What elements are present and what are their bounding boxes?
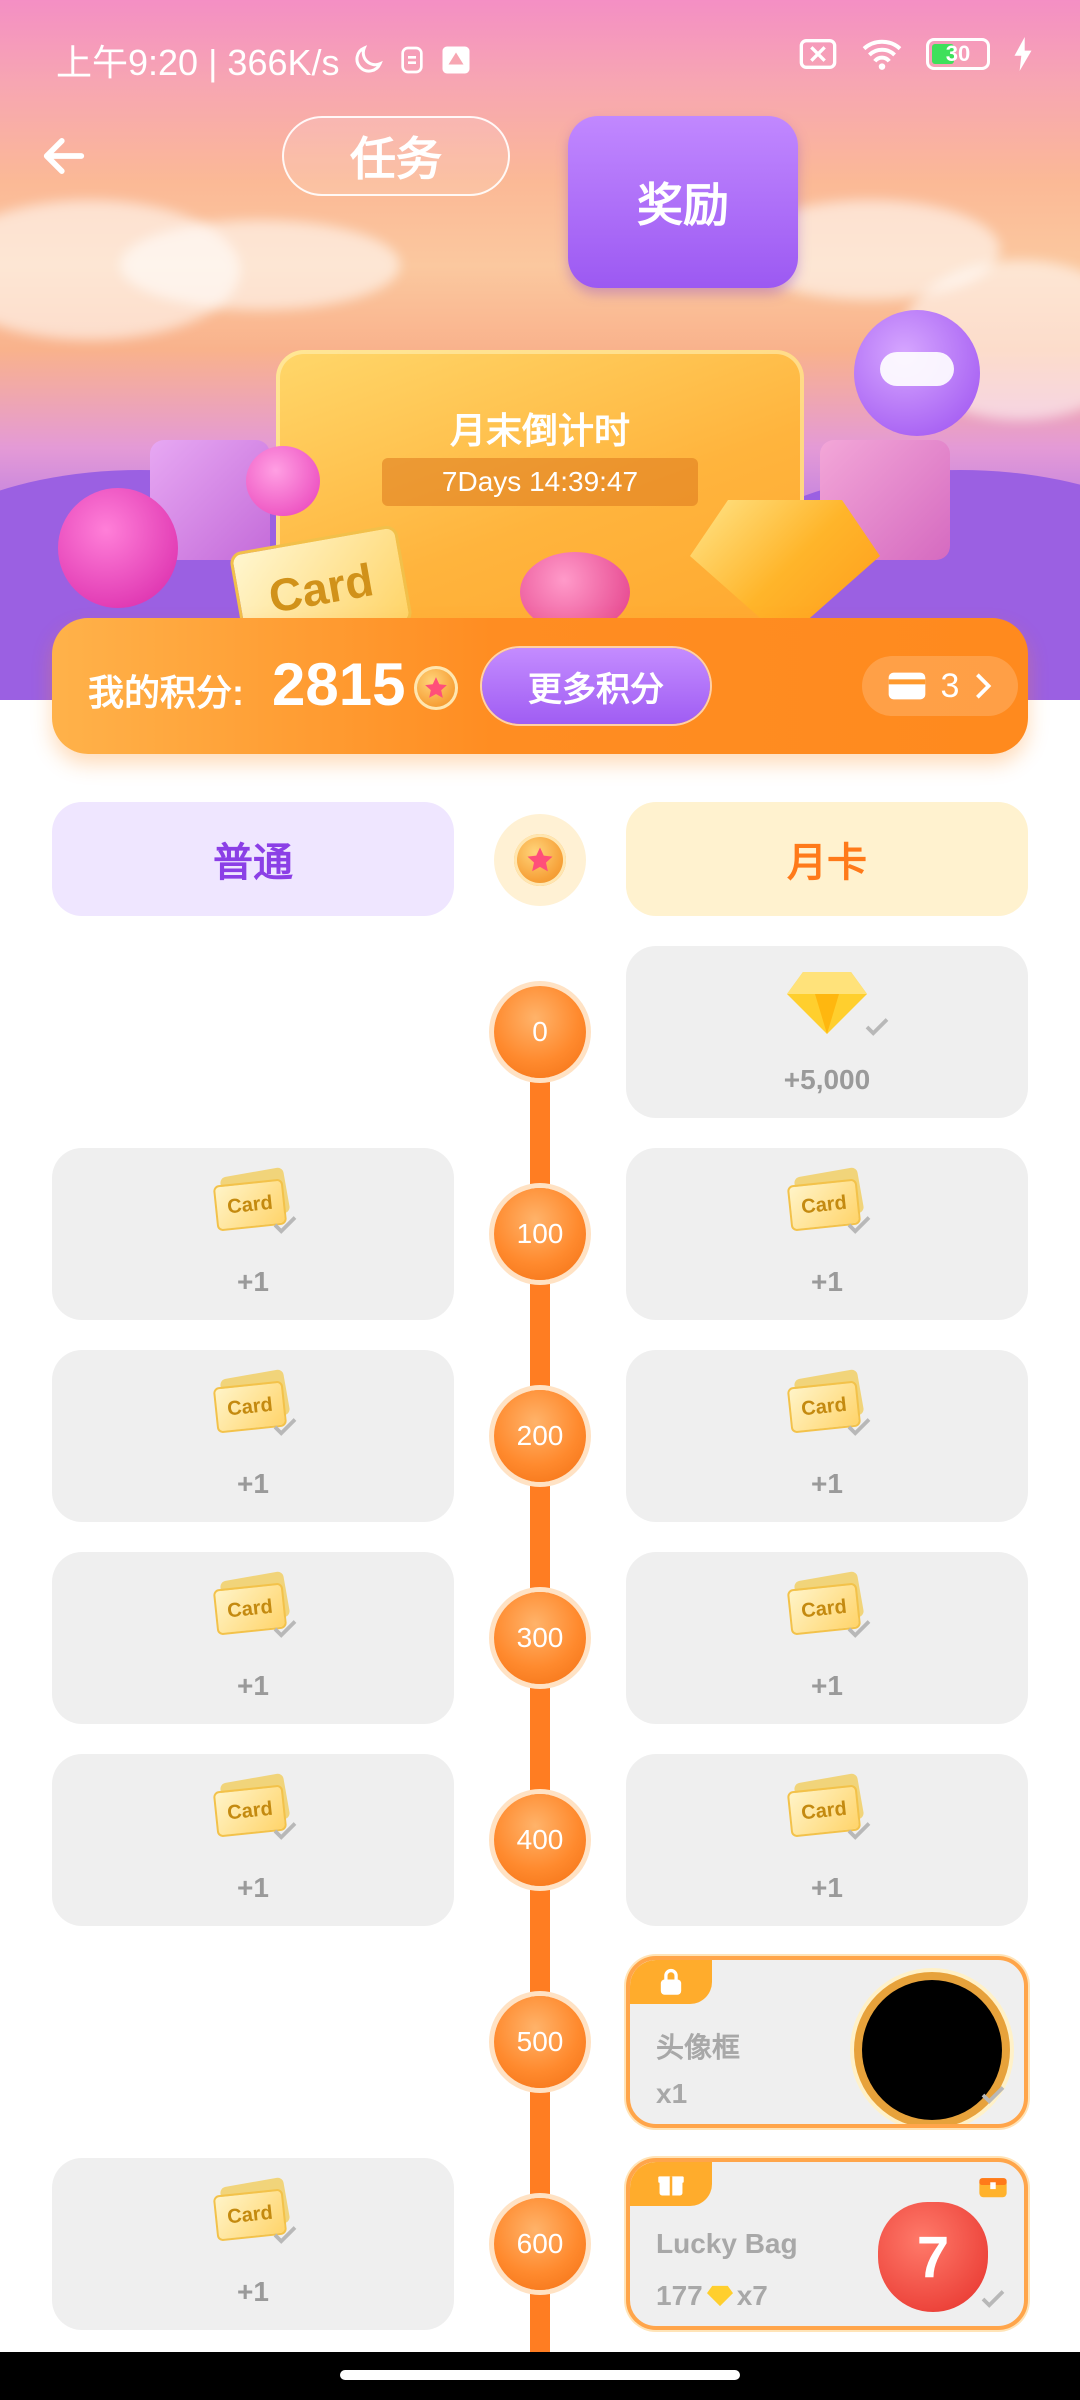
status-bar: 上午9:20 | 366K/s 30 <box>0 0 1080 116</box>
level-node: 100 <box>494 1188 586 1280</box>
back-arrow-icon[interactable] <box>38 130 90 182</box>
column-monthly: 月卡 <box>626 802 1028 916</box>
reward-name: 头像框 <box>656 2032 741 2063</box>
reward-amount: +1 <box>237 2276 269 2307</box>
column-normal: 普通 <box>52 802 454 916</box>
check-icon <box>981 2290 1005 2308</box>
reward-qty: x1 <box>656 2078 688 2109</box>
app-icon <box>442 46 470 74</box>
level-node: 300 <box>494 1592 586 1684</box>
reward-card-monthly-400[interactable]: Card +1 <box>626 1754 1028 1926</box>
sim-off-icon <box>799 39 837 69</box>
countdown-timer: 7Days 14:39:47 <box>382 458 698 506</box>
reward-card-normal-200[interactable]: Card +1 <box>52 1350 454 1522</box>
diamond-icon <box>787 972 867 1034</box>
gift-tag <box>630 2162 712 2206</box>
card-icon <box>888 672 925 700</box>
points-label: 我的积分: <box>88 672 244 713</box>
points-value: 2815 <box>272 651 406 718</box>
reward-card-lucky-bag[interactable]: Lucky Bag 177 x7 7 <box>626 2158 1028 2330</box>
check-icon <box>847 1418 871 1436</box>
reward-card-normal-600[interactable]: Card +1 <box>52 2158 454 2330</box>
more-points-button[interactable]: 更多积分 <box>482 648 710 724</box>
reward-name: Lucky Bag <box>656 2228 798 2259</box>
level-node: 500 <box>494 1996 586 2088</box>
heart-decoration <box>246 446 320 516</box>
lucky-bag-icon: 7 <box>878 2202 988 2312</box>
reward-card-avatar-frame[interactable]: 头像框 x1 <box>626 1956 1028 2128</box>
card-count-value: 3 <box>940 666 960 705</box>
battery-level: 30 <box>945 41 971 66</box>
cloud-decoration <box>120 220 400 310</box>
battery-icon: 30 <box>926 38 990 70</box>
card-count-button[interactable]: 3 <box>862 656 1018 716</box>
reward-amount: +1 <box>237 1468 269 1499</box>
reward-amount: +1 <box>811 1266 843 1297</box>
tab-rewards[interactable]: 奖励 <box>568 116 798 288</box>
check-icon <box>273 1418 297 1436</box>
status-time: 上午9:20 | 366K/s <box>56 42 340 83</box>
reward-card-normal-300[interactable]: Card +1 <box>52 1552 454 1724</box>
check-icon <box>847 1822 871 1840</box>
reward-card-monthly-200[interactable]: Card +1 <box>626 1350 1028 1522</box>
level-node: 400 <box>494 1794 586 1886</box>
reward-amount: +1 <box>811 1670 843 1701</box>
home-indicator[interactable] <box>340 2370 740 2380</box>
check-icon <box>273 1620 297 1638</box>
purple-mascot-decoration <box>854 310 980 436</box>
check-icon <box>273 1216 297 1234</box>
lock-icon <box>660 1968 682 1995</box>
countdown-title: 月末倒计时 <box>449 410 630 451</box>
moon-icon <box>354 45 383 73</box>
gift-icon <box>658 2176 684 2196</box>
chevron-right-icon <box>976 673 992 699</box>
check-icon <box>865 1018 889 1036</box>
reward-amount: +1 <box>237 1266 269 1297</box>
check-icon <box>847 1216 871 1234</box>
reward-qty: 177 x7 <box>656 2280 768 2311</box>
reward-card-normal-400[interactable]: Card +1 <box>52 1754 454 1926</box>
reward-amount: +5,000 <box>783 1064 871 1095</box>
reward-amount: +1 <box>237 1872 269 1903</box>
pink-mascot-decoration <box>58 488 178 608</box>
check-icon <box>273 1822 297 1840</box>
notification-icon <box>400 46 423 74</box>
lock-tag <box>630 1960 712 2004</box>
reward-card-normal-100[interactable]: Card +1 <box>52 1148 454 1320</box>
level-node: 0 <box>494 986 586 1078</box>
wifi-icon <box>862 39 902 70</box>
diamond-icon <box>706 2285 733 2307</box>
check-icon <box>273 2226 297 2244</box>
chest-icon <box>979 2178 1007 2198</box>
tab-tasks[interactable]: 任务 <box>282 116 510 196</box>
check-icon <box>847 1620 871 1638</box>
reward-card-monthly-100[interactable]: Card +1 <box>626 1148 1028 1320</box>
reward-card-monthly-300[interactable]: Card +1 <box>626 1552 1028 1724</box>
charging-icon <box>1014 37 1032 71</box>
check-icon <box>981 2086 1005 2104</box>
reward-card-monthly-0[interactable]: +5,000 <box>626 946 1028 1118</box>
level-node: 200 <box>494 1390 586 1482</box>
reward-amount: +1 <box>237 1670 269 1701</box>
star-coin-icon <box>494 814 586 906</box>
reward-amount: +1 <box>811 1468 843 1499</box>
level-node: 600 <box>494 2198 586 2290</box>
star-coin-icon <box>414 666 458 710</box>
reward-amount: +1 <box>811 1872 843 1903</box>
